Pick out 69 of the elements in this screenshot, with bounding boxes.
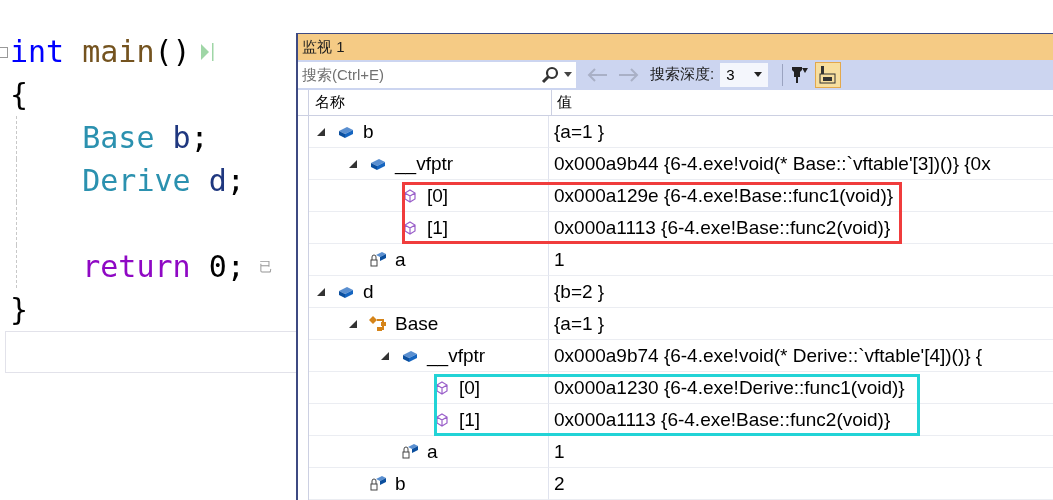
caret-icon[interactable] (564, 72, 572, 78)
expand-triangle-icon[interactable] (349, 319, 357, 328)
variable-name: [0] (459, 376, 481, 399)
variable-name: __vfptr (395, 152, 454, 175)
expand-triangle-icon[interactable] (349, 159, 357, 168)
variable-name: [1] (427, 216, 449, 239)
locked-field-icon (369, 475, 387, 492)
object-icon (338, 284, 354, 299)
variable-value: {a=1 } (554, 120, 605, 143)
code-token: ; (190, 119, 209, 157)
code-token: Derive (82, 162, 191, 200)
variable-name: a (395, 248, 406, 271)
code-token: return (82, 248, 191, 286)
locked-field-icon (401, 443, 419, 460)
variable-value: 0x000a9b74 {6-4.exe!void(* Derive::`vftable'[4])()} { (554, 344, 983, 367)
depth-label: 搜索深度: (650, 65, 715, 85)
code-token: ; (226, 248, 245, 286)
collapse-icon[interactable] (0, 47, 8, 58)
variable-value: 0x000a9b44 {6-4.exe!void(* Base::`vftable'[3])()} {0x (554, 152, 991, 175)
cube-icon (404, 220, 416, 235)
variable-name: a (427, 440, 438, 463)
class-hierarchy-icon (368, 314, 388, 333)
panel-title: 监视 1 (302, 37, 345, 57)
hex-toggle-button[interactable] (815, 61, 842, 88)
column-header[interactable]: 值 (552, 89, 572, 115)
object-icon (370, 156, 386, 171)
cube-icon (404, 188, 416, 203)
depth-dropdown[interactable]: 3 (720, 62, 769, 87)
code-token: main (81, 33, 155, 71)
variable-name: b (395, 472, 406, 495)
cube-icon (436, 412, 448, 427)
object-icon (402, 348, 418, 363)
code-token: } (10, 291, 29, 329)
expand-triangle-icon[interactable] (317, 287, 325, 296)
variable-value: 0x000a1230 {6-4.exe!Derive::func1(void)} (554, 376, 905, 399)
search-icon[interactable] (541, 65, 559, 84)
code-token: ; (226, 162, 245, 200)
code-token: d (207, 162, 227, 200)
object-icon (338, 124, 354, 139)
code-token: Base (82, 119, 155, 157)
expand-triangle-icon[interactable] (381, 351, 389, 360)
variable-value: 0x000a129e {6-4.exe!Base::func1(void)} (554, 184, 894, 207)
code-token: int (10, 33, 65, 71)
variable-value: 0x000a1113 {6-4.exe!Base::func2(void)} (554, 408, 891, 431)
column-header[interactable]: 名称 (309, 89, 552, 115)
code-token: b (171, 119, 191, 157)
caret-icon[interactable] (754, 72, 763, 78)
variable-value: 0x000a1113 {6-4.exe!Base::func2(void)} (554, 216, 891, 239)
search-input[interactable]: 搜索(Ctrl+E) (298, 66, 536, 84)
variable-name: __vfptr (427, 344, 486, 367)
variable-value: 2 (554, 472, 565, 495)
expand-triangle-icon[interactable] (317, 127, 325, 136)
search-field[interactable]: 搜索(Ctrl+E) (298, 61, 576, 88)
inline-hint: 已 (258, 258, 272, 276)
locked-field-icon (369, 251, 387, 268)
cube-icon (436, 380, 448, 395)
variable-name: [0] (427, 184, 449, 207)
variable-name: [1] (459, 408, 481, 431)
variable-name: d (363, 280, 374, 303)
variable-name: b (363, 120, 374, 143)
variable-name: Base (395, 312, 439, 335)
pin-icon[interactable] (789, 64, 810, 85)
code-token: { (10, 76, 29, 114)
variable-value: {a=1 } (554, 312, 605, 335)
code-token: 0 (207, 248, 227, 286)
variable-value: {b=2 } (554, 280, 605, 303)
variable-value: 1 (554, 440, 565, 463)
code-token: () (154, 33, 191, 71)
variable-value: 1 (554, 248, 565, 271)
